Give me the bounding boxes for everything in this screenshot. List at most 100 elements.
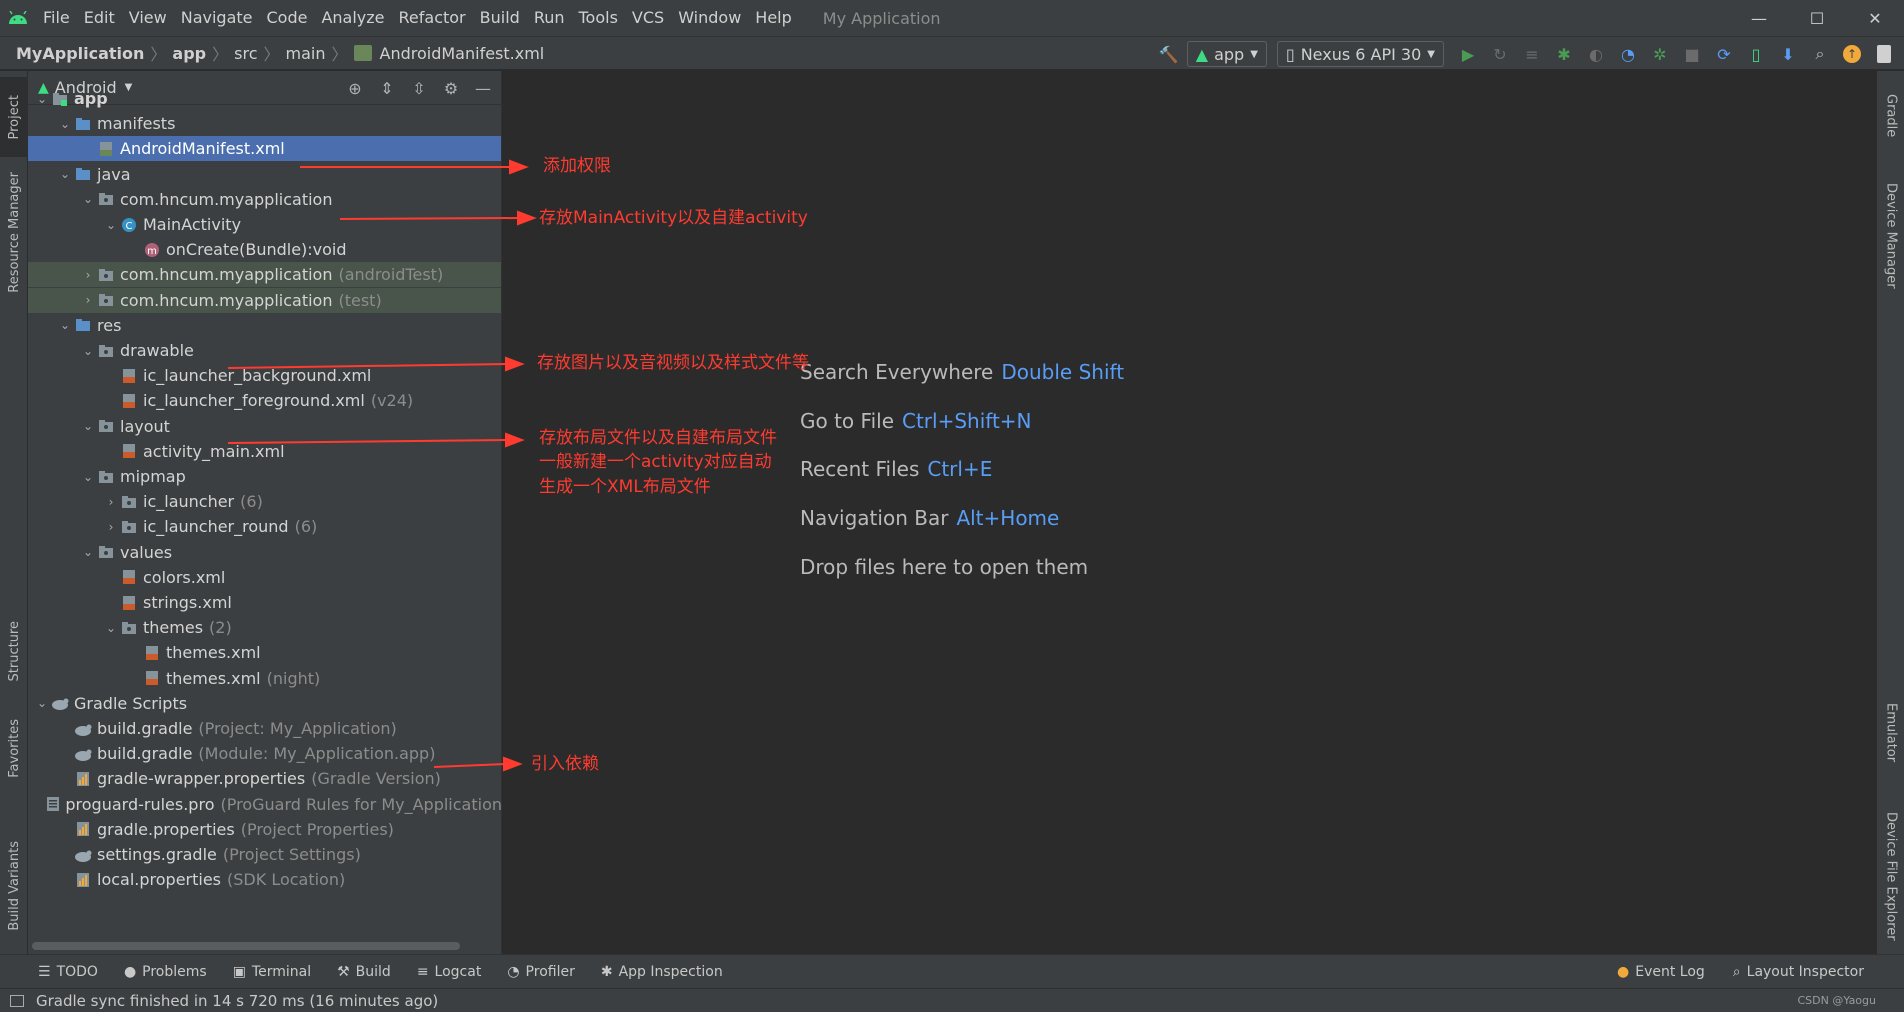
app-inspection-tab[interactable]: ✱ App Inspection: [601, 964, 723, 980]
menu-window[interactable]: Window: [671, 0, 748, 36]
menu-navigate[interactable]: Navigate: [174, 0, 260, 36]
tree-item[interactable]: ⌄ drawable: [28, 338, 501, 363]
tree-item[interactable]: gradle-wrapper.properties (Gradle Version…: [28, 766, 501, 791]
debug-icon[interactable]: ✱: [1550, 40, 1578, 68]
tree-item[interactable]: local.properties (SDK Location): [28, 867, 501, 892]
tree-item[interactable]: proguard-rules.pro (ProGuard Rules for My…: [28, 792, 501, 817]
run-icon[interactable]: ▶: [1454, 40, 1482, 68]
tree-item[interactable]: ic_launcher_background.xml: [28, 363, 501, 388]
tree-item[interactable]: gradle.properties (Project Properties): [28, 817, 501, 842]
tree-item[interactable]: ⌄ themes (2): [28, 615, 501, 640]
profiler-tab[interactable]: ◔ Profiler: [507, 964, 575, 980]
breadcrumb-src[interactable]: src: [230, 44, 261, 63]
menu-tools[interactable]: Tools: [572, 0, 625, 36]
menu-edit[interactable]: Edit: [77, 0, 122, 36]
device-file-explorer-tab[interactable]: Device File Explorer: [1877, 801, 1904, 951]
minimize-icon[interactable]: —: [1730, 0, 1788, 36]
breadcrumb-file[interactable]: AndroidManifest.xml: [376, 44, 549, 63]
editor-empty-area[interactable]: Search Everywhere Double Shift Go to File…: [503, 71, 1876, 954]
project-tab[interactable]: Project: [0, 77, 28, 157]
tree-item[interactable]: ⌄ Gradle Scripts: [28, 691, 501, 716]
coverage-icon[interactable]: ✲: [1646, 40, 1674, 68]
todo-tab[interactable]: ☰ TODO: [38, 964, 98, 980]
breadcrumb-project[interactable]: MyApplication: [12, 44, 148, 63]
chevron-down-icon[interactable]: ⌄: [103, 218, 119, 232]
menu-view[interactable]: View: [122, 0, 174, 36]
favorites-tab[interactable]: Favorites: [0, 703, 28, 793]
tree-item[interactable]: colors.xml: [28, 565, 501, 590]
tree-item[interactable]: › com.hncum.myapplication (test): [28, 287, 501, 313]
chevron-down-icon[interactable]: ⌄: [57, 167, 73, 181]
breadcrumb-main[interactable]: main: [282, 44, 330, 63]
emulator-tab[interactable]: Emulator: [1877, 693, 1904, 773]
close-icon[interactable]: ✕: [1846, 0, 1904, 36]
tree-item[interactable]: strings.xml: [28, 590, 501, 615]
tree-item[interactable]: ic_launcher_foreground.xml (v24): [28, 388, 501, 413]
tree-item[interactable]: ⌄ mipmap: [28, 464, 501, 489]
search-icon[interactable]: ⌕: [1806, 40, 1834, 68]
menu-refactor[interactable]: Refactor: [392, 0, 473, 36]
maximize-icon[interactable]: ☐: [1788, 0, 1846, 36]
tree-item[interactable]: ⌄ C MainActivity: [28, 212, 501, 237]
attach-debugger-icon[interactable]: ◐: [1582, 40, 1610, 68]
tree-item[interactable]: build.gradle (Project: My_Application): [28, 716, 501, 741]
chevron-down-icon[interactable]: ⌄: [80, 470, 96, 484]
avd-manager-icon[interactable]: ▯: [1742, 40, 1770, 68]
tree-item[interactable]: ⌄ values: [28, 540, 501, 565]
tree-item[interactable]: ⌄ com.hncum.myapplication: [28, 187, 501, 212]
rerun-icon[interactable]: ↻: [1486, 40, 1514, 68]
account-icon[interactable]: [1870, 40, 1898, 68]
tree-item[interactable]: themes.xml (night): [28, 666, 501, 691]
device-manager-tab[interactable]: Device Manager: [1877, 171, 1904, 301]
tree-item[interactable]: ⌄ manifests: [28, 111, 501, 136]
chevron-down-icon[interactable]: ⌄: [80, 545, 96, 559]
make-hammer-icon[interactable]: 🔨: [1155, 40, 1183, 68]
tree-item[interactable]: AndroidManifest.xml: [28, 136, 501, 162]
tree-item[interactable]: settings.gradle (Project Settings): [28, 842, 501, 867]
chevron-right-icon[interactable]: ›: [80, 293, 96, 307]
chevron-down-icon[interactable]: ⌄: [34, 92, 50, 106]
event-log-tab[interactable]: ● Event Log: [1617, 964, 1705, 980]
tree-item[interactable]: ⌄ java: [28, 162, 501, 187]
chevron-down-icon[interactable]: ⌄: [80, 192, 96, 206]
stop-icon[interactable]: ■: [1678, 40, 1706, 68]
run-config-select[interactable]: ▲ app ▼: [1186, 41, 1267, 67]
status-message[interactable]: Gradle sync finished in 14 s 720 ms (16 …: [36, 992, 438, 1010]
apply-changes-icon[interactable]: ≡: [1518, 40, 1546, 68]
chevron-down-icon[interactable]: ⌄: [80, 344, 96, 358]
chevron-down-icon[interactable]: ⌄: [34, 696, 50, 710]
tree-item[interactable]: ⌄ res: [28, 313, 501, 338]
menu-help[interactable]: Help: [748, 0, 798, 36]
menu-code[interactable]: Code: [260, 0, 315, 36]
menu-file[interactable]: File: [36, 0, 77, 36]
menu-build[interactable]: Build: [473, 0, 527, 36]
chevron-down-icon[interactable]: ⌄: [57, 318, 73, 332]
tree-item[interactable]: › ic_launcher (6): [28, 489, 501, 514]
resource-manager-tab[interactable]: Resource Manager: [0, 167, 28, 297]
profile-icon[interactable]: ◔: [1614, 40, 1642, 68]
terminal-tab[interactable]: ▣ Terminal: [233, 964, 311, 980]
menu-vcs[interactable]: VCS: [625, 0, 671, 36]
device-select[interactable]: ▯ Nexus 6 API 30 ▼: [1276, 41, 1444, 67]
menu-run[interactable]: Run: [527, 0, 572, 36]
tree-item[interactable]: themes.xml: [28, 640, 501, 665]
logcat-tab[interactable]: ≡ Logcat: [417, 964, 482, 980]
chevron-right-icon[interactable]: ›: [103, 520, 119, 534]
status-toggle-icon[interactable]: [10, 994, 24, 1007]
menu-analyze[interactable]: Analyze: [314, 0, 391, 36]
breadcrumb-app[interactable]: app: [168, 44, 210, 63]
horizontal-scrollbar[interactable]: [32, 942, 460, 950]
tree-item[interactable]: › ic_launcher_round (6): [28, 514, 501, 539]
problems-tab[interactable]: ● Problems: [124, 964, 207, 980]
tree-item[interactable]: ⌄ app: [28, 86, 501, 111]
tree-item[interactable]: activity_main.xml: [28, 439, 501, 464]
update-icon[interactable]: ↑: [1838, 40, 1866, 68]
build-variants-tab[interactable]: Build Variants: [0, 831, 28, 941]
tree-item[interactable]: ⌄ layout: [28, 414, 501, 439]
tree-item[interactable]: m onCreate(Bundle):void: [28, 237, 501, 262]
tree-item[interactable]: › com.hncum.myapplication (androidTest): [28, 262, 501, 288]
chevron-right-icon[interactable]: ›: [80, 268, 96, 282]
structure-tab[interactable]: Structure: [0, 611, 28, 691]
gradle-tab[interactable]: Gradle: [1877, 81, 1904, 151]
chevron-down-icon[interactable]: ⌄: [57, 117, 73, 131]
